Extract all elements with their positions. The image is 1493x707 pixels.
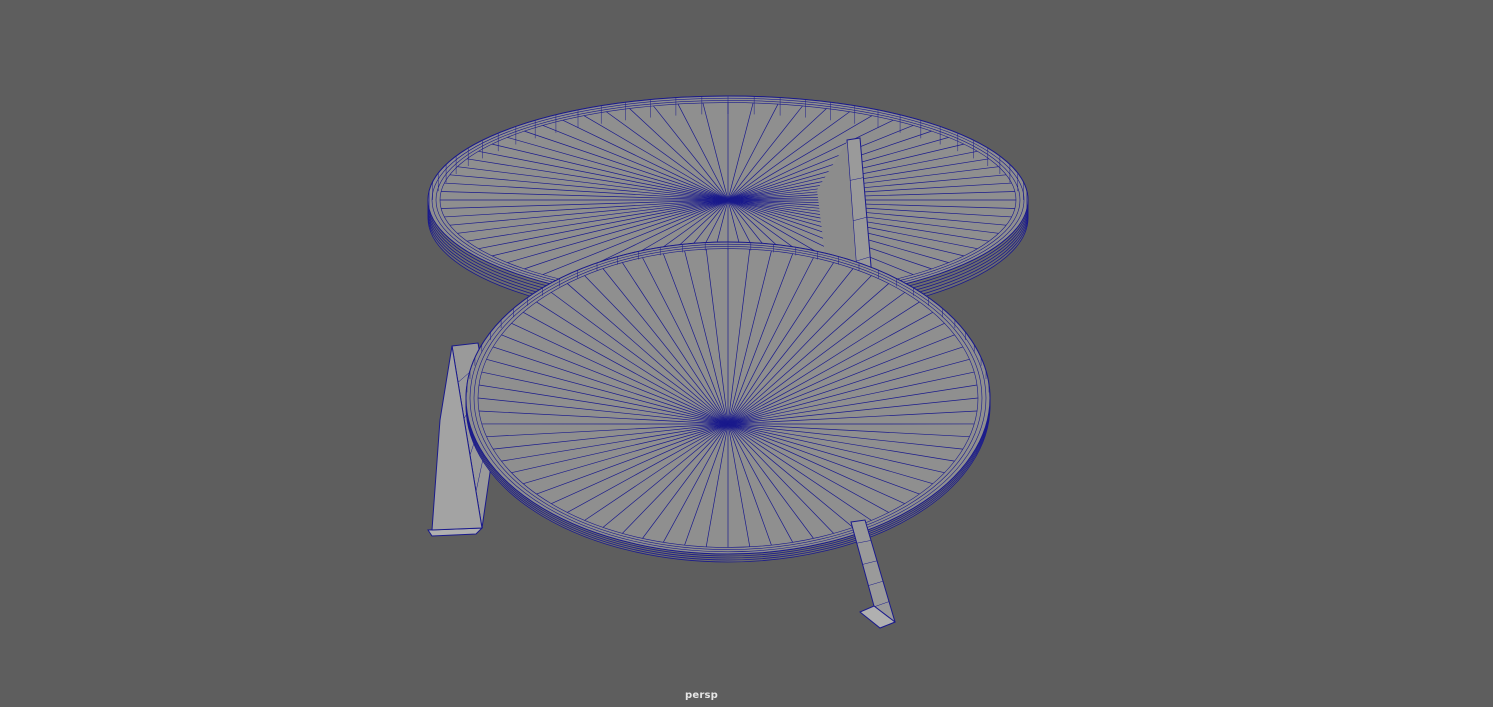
maya-perspective-viewport[interactable]: persp [0, 0, 1493, 707]
lower-shelf [465, 241, 991, 563]
viewport-scene[interactable] [0, 0, 1493, 707]
camera-name-label: persp [685, 690, 718, 701]
